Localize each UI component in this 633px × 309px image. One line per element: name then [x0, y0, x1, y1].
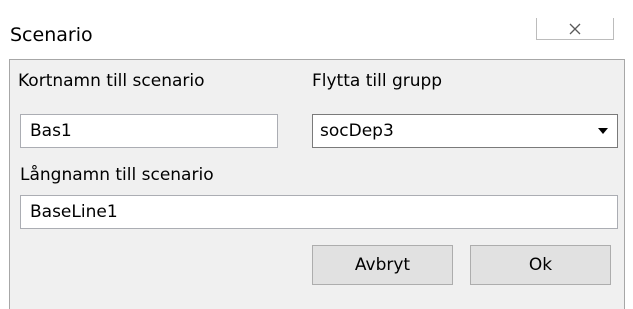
dialog-panel: Kortnamn till scenario Flytta till grupp… — [9, 59, 625, 309]
group-select-value: socDep3 — [320, 121, 394, 141]
short-name-label: Kortnamn till scenario — [18, 71, 205, 91]
close-icon — [569, 23, 581, 34]
group-dropdown-button[interactable] — [588, 115, 617, 147]
cancel-button[interactable]: Avbryt — [312, 245, 453, 285]
ok-button[interactable]: Ok — [470, 245, 611, 285]
group-select[interactable]: socDep3 — [312, 114, 618, 148]
dropdown-arrow-icon — [598, 128, 608, 134]
short-name-input[interactable] — [20, 114, 278, 148]
dialog-title: Scenario — [10, 24, 93, 46]
long-name-input[interactable] — [20, 195, 618, 229]
close-button[interactable] — [536, 18, 614, 40]
group-label: Flytta till grupp — [312, 71, 443, 91]
long-name-label: Långnamn till scenario — [20, 165, 214, 185]
